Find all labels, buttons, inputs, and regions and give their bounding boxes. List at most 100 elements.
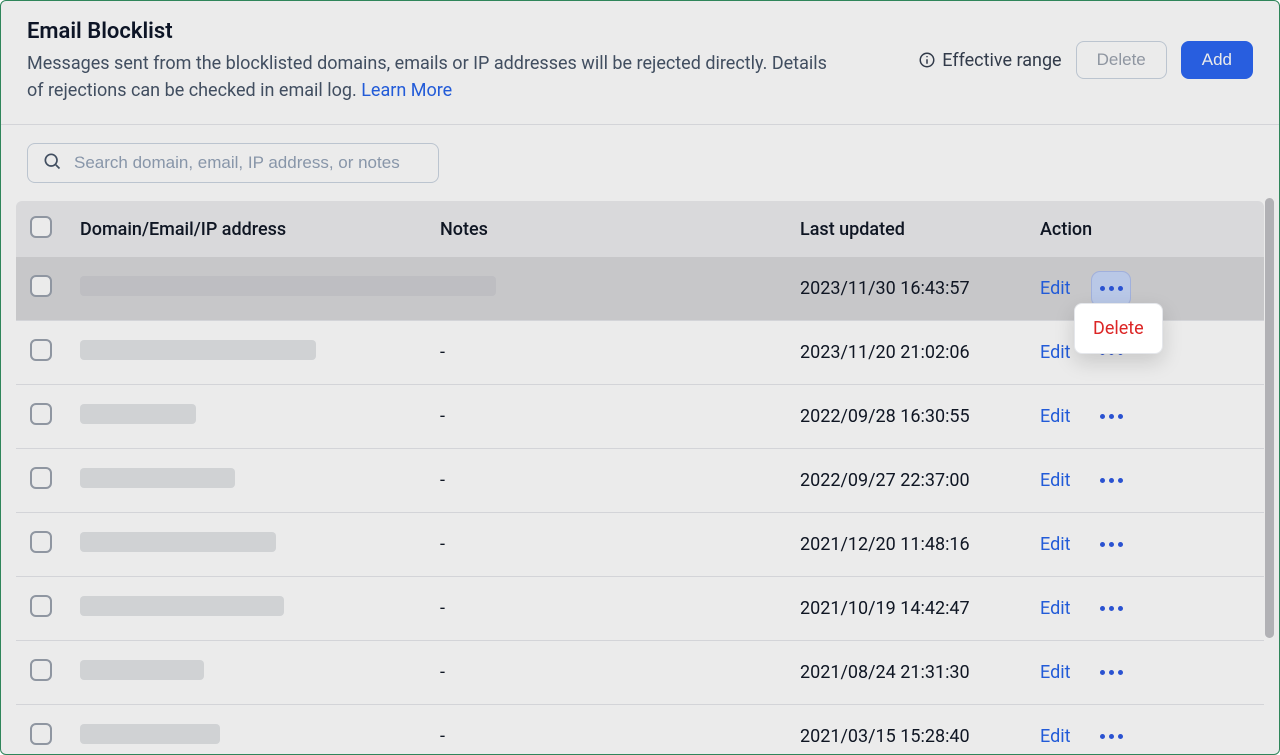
learn-more-link[interactable]: Learn More <box>361 80 452 101</box>
edit-link[interactable]: Edit <box>1040 406 1070 427</box>
edit-link[interactable]: Edit <box>1040 342 1070 363</box>
edit-link[interactable]: Edit <box>1040 726 1070 747</box>
action-cell: Edit <box>1040 720 1240 754</box>
domain-cell <box>80 276 440 301</box>
search-input[interactable] <box>72 152 424 174</box>
edit-link[interactable]: Edit <box>1040 534 1070 555</box>
domain-cell <box>80 532 440 557</box>
more-actions-button[interactable] <box>1092 720 1130 754</box>
redacted-domain <box>80 276 496 296</box>
more-actions-button[interactable] <box>1092 656 1130 690</box>
ellipsis-icon <box>1100 286 1123 291</box>
last-updated-cell: 2021/10/19 14:42:47 <box>800 598 1040 619</box>
last-updated-cell: 2022/09/27 22:37:00 <box>800 470 1040 491</box>
row-checkbox[interactable] <box>30 595 52 617</box>
notes-cell: - <box>440 470 800 491</box>
notes-cell: - <box>440 342 800 363</box>
row-checkbox-cell <box>16 595 80 622</box>
edit-link[interactable]: Edit <box>1040 278 1070 299</box>
domain-cell <box>80 724 440 749</box>
notes-cell: - <box>440 662 800 683</box>
row-checkbox[interactable] <box>30 467 52 489</box>
row-checkbox[interactable] <box>30 659 52 681</box>
action-cell: Edit <box>1040 528 1240 562</box>
column-header-updated[interactable]: Last updated <box>800 219 1040 240</box>
redacted-domain <box>80 340 316 360</box>
last-updated-cell: 2023/11/20 21:02:06 <box>800 342 1040 363</box>
notes-cell: - <box>440 534 800 555</box>
ellipsis-icon <box>1100 414 1123 419</box>
select-all-checkbox[interactable] <box>30 216 52 238</box>
header-checkbox-cell <box>16 216 80 243</box>
domain-cell <box>80 340 440 365</box>
add-button[interactable]: Add <box>1181 41 1253 79</box>
redacted-domain <box>80 468 235 488</box>
page-description: Messages sent from the blocklisted domai… <box>27 50 847 104</box>
row-checkbox-cell <box>16 723 80 750</box>
action-cell: Edit <box>1040 464 1240 498</box>
notes-cell: - <box>440 406 800 427</box>
row-checkbox-cell <box>16 659 80 686</box>
vertical-scrollbar[interactable] <box>1265 198 1274 638</box>
search-icon <box>42 151 62 175</box>
ellipsis-icon <box>1100 670 1123 675</box>
app-frame: Email Blocklist Messages sent from the b… <box>0 0 1280 755</box>
row-checkbox[interactable] <box>30 531 52 553</box>
column-header-notes[interactable]: Notes <box>440 219 800 240</box>
row-checkbox-cell <box>16 531 80 558</box>
column-header-domain[interactable]: Domain/Email/IP address <box>80 219 440 240</box>
ellipsis-icon <box>1100 542 1123 547</box>
edit-link[interactable]: Edit <box>1040 598 1070 619</box>
row-checkbox-cell <box>16 339 80 366</box>
last-updated-cell: 2021/08/24 21:31:30 <box>800 662 1040 683</box>
ellipsis-icon <box>1100 478 1123 483</box>
redacted-domain <box>80 404 196 424</box>
row-checkbox-cell <box>16 403 80 430</box>
more-actions-button[interactable] <box>1092 528 1130 562</box>
table-row[interactable]: -2021/08/24 21:31:30Edit <box>16 641 1264 705</box>
redacted-domain <box>80 724 220 744</box>
table-row[interactable]: -2021/10/19 14:42:47Edit <box>16 577 1264 641</box>
domain-cell <box>80 468 440 493</box>
domain-cell <box>80 660 440 685</box>
action-cell: Edit <box>1040 272 1240 306</box>
notes-cell: - <box>440 598 800 619</box>
search-field[interactable] <box>27 143 439 183</box>
menu-item-delete[interactable]: Delete <box>1093 318 1144 339</box>
action-cell: Edit <box>1040 592 1240 626</box>
notes-cell: - <box>440 726 800 747</box>
header-actions: Effective range Delete Add <box>918 19 1253 79</box>
last-updated-cell: 2022/09/28 16:30:55 <box>800 406 1040 427</box>
row-checkbox-cell <box>16 467 80 494</box>
effective-range-label: Effective range <box>942 50 1061 71</box>
effective-range-link[interactable]: Effective range <box>918 50 1061 71</box>
redacted-domain <box>80 660 204 680</box>
ellipsis-icon <box>1100 606 1123 611</box>
last-updated-cell: 2023/11/30 16:43:57 <box>800 278 1040 299</box>
table-row[interactable]: -2022/09/28 16:30:55Edit <box>16 385 1264 449</box>
action-cell: Edit <box>1040 400 1240 434</box>
table-row[interactable]: -2021/12/20 11:48:16Edit <box>16 513 1264 577</box>
row-checkbox[interactable] <box>30 339 52 361</box>
row-checkbox[interactable] <box>30 723 52 745</box>
row-checkbox-cell <box>16 275 80 302</box>
edit-link[interactable]: Edit <box>1040 470 1070 491</box>
toolbar <box>1 125 1279 191</box>
last-updated-cell: 2021/03/15 15:28:40 <box>800 726 1040 747</box>
edit-link[interactable]: Edit <box>1040 662 1070 683</box>
row-checkbox[interactable] <box>30 403 52 425</box>
more-actions-button[interactable] <box>1092 272 1130 306</box>
row-checkbox[interactable] <box>30 275 52 297</box>
table-row[interactable]: -2021/03/15 15:28:40Edit <box>16 705 1264 755</box>
domain-cell <box>80 404 440 429</box>
more-actions-button[interactable] <box>1092 464 1130 498</box>
more-actions-button[interactable] <box>1092 592 1130 626</box>
last-updated-cell: 2021/12/20 11:48:16 <box>800 534 1040 555</box>
table-row[interactable]: -2022/09/27 22:37:00Edit <box>16 449 1264 513</box>
redacted-domain <box>80 596 284 616</box>
delete-button[interactable]: Delete <box>1076 41 1167 79</box>
table-body: 2023/11/30 16:43:57EditDelete-2023/11/20… <box>16 257 1264 755</box>
more-actions-button[interactable] <box>1092 400 1130 434</box>
page-header: Email Blocklist Messages sent from the b… <box>1 1 1279 106</box>
header-left: Email Blocklist Messages sent from the b… <box>27 19 847 104</box>
